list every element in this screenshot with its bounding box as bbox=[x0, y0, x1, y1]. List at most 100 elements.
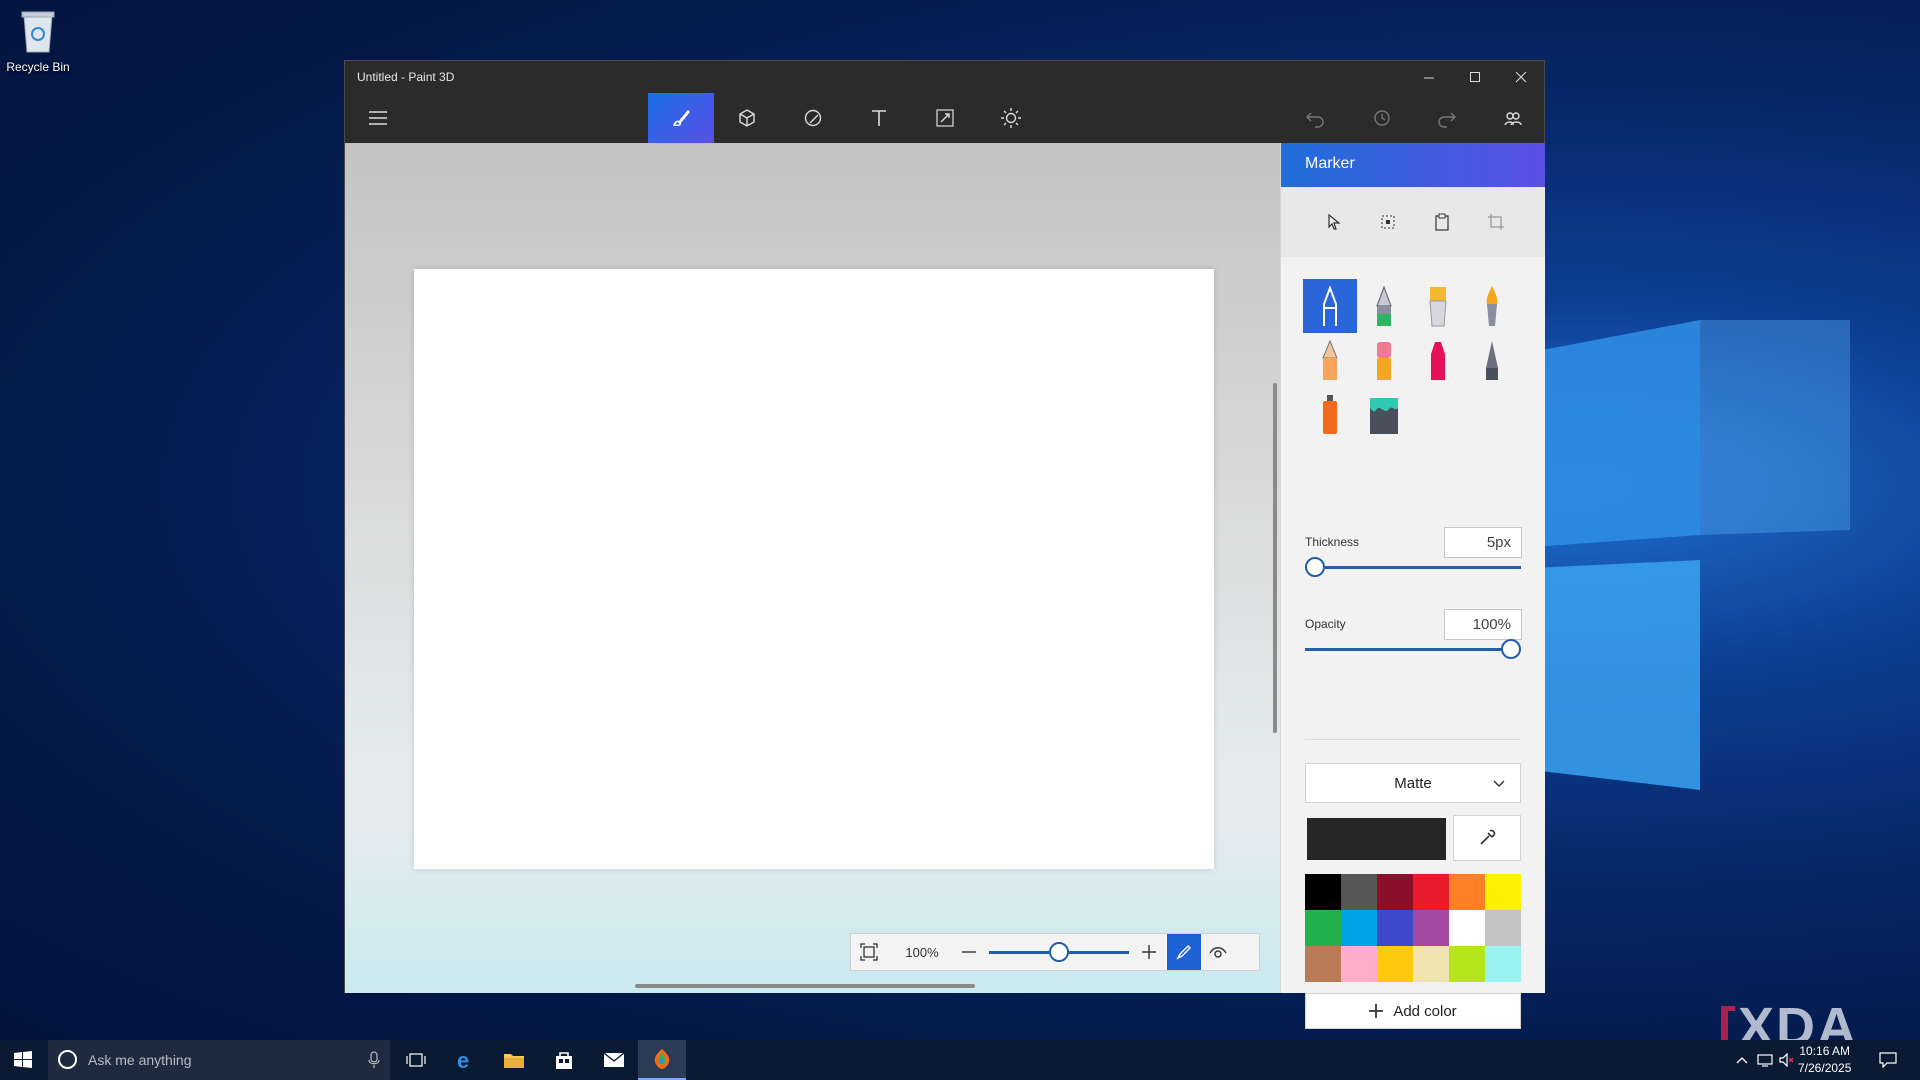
drawing-canvas[interactable] bbox=[414, 269, 1214, 869]
pixel-pen-brush[interactable] bbox=[1465, 333, 1519, 387]
recycle-bin[interactable]: Recycle Bin bbox=[6, 8, 70, 74]
finish-dropdown[interactable]: Matte bbox=[1305, 763, 1521, 803]
thickness-slider-thumb[interactable] bbox=[1305, 557, 1325, 577]
pencil-brush[interactable] bbox=[1303, 333, 1357, 387]
edge-button[interactable]: e bbox=[442, 1040, 490, 1080]
task-view-button[interactable] bbox=[392, 1040, 440, 1080]
text-tab[interactable] bbox=[846, 93, 912, 143]
search-placeholder: Ask me anything bbox=[88, 1052, 192, 1068]
add-color-button[interactable]: Add color bbox=[1305, 993, 1521, 1029]
brushes-panel: Marker Thickness 5px Opacity 100% Matte … bbox=[1280, 143, 1545, 1029]
network-button[interactable] bbox=[1754, 1040, 1776, 1080]
action-center-button[interactable] bbox=[1866, 1040, 1910, 1080]
windows-start-icon bbox=[14, 1051, 32, 1068]
2d-shapes-tab[interactable] bbox=[780, 93, 846, 143]
color-swatch[interactable] bbox=[1485, 946, 1521, 982]
close-button[interactable] bbox=[1498, 61, 1544, 93]
mail-button[interactable] bbox=[590, 1040, 638, 1080]
paint3d-window: Untitled - Paint 3D 100% Marker Thicknes… bbox=[344, 60, 1546, 1029]
start-button[interactable] bbox=[0, 1040, 46, 1080]
fit-to-screen-button[interactable] bbox=[851, 934, 887, 970]
system-clock[interactable]: 10:16 AM 7/26/2025 bbox=[1798, 1043, 1851, 1077]
color-swatch[interactable] bbox=[1413, 874, 1449, 910]
task-view-icon bbox=[406, 1053, 426, 1067]
oil-brush[interactable] bbox=[1411, 279, 1465, 333]
eraser-brush[interactable] bbox=[1357, 333, 1411, 387]
zoom-in-button[interactable] bbox=[1137, 934, 1161, 970]
title-bar[interactable]: Untitled - Paint 3D bbox=[345, 61, 1544, 93]
file-explorer-button[interactable] bbox=[490, 1040, 538, 1080]
zoom-bar: 100% bbox=[850, 933, 1260, 971]
thickness-slider[interactable] bbox=[1305, 555, 1521, 579]
fill-bucket-icon bbox=[1370, 398, 1398, 434]
spray-can-brush[interactable] bbox=[1303, 387, 1357, 441]
eyedropper-button[interactable] bbox=[1453, 815, 1521, 861]
maximize-icon bbox=[1469, 71, 1480, 82]
2d-shapes-icon bbox=[804, 109, 822, 127]
color-swatch[interactable] bbox=[1485, 910, 1521, 946]
color-swatch[interactable] bbox=[1485, 874, 1521, 910]
color-swatch[interactable] bbox=[1377, 910, 1413, 946]
maximize-button[interactable] bbox=[1452, 61, 1498, 93]
3d-shapes-tab[interactable] bbox=[714, 93, 780, 143]
view-mode-button[interactable] bbox=[1201, 934, 1235, 970]
vertical-scrollbar[interactable] bbox=[1273, 383, 1277, 733]
opacity-label: Opacity bbox=[1305, 617, 1346, 631]
selection-tools bbox=[1281, 187, 1545, 257]
fill-bucket-brush[interactable] bbox=[1357, 387, 1411, 441]
canvas-tab[interactable] bbox=[912, 93, 978, 143]
opacity-slider[interactable] bbox=[1305, 637, 1521, 661]
paint3d-app-icon bbox=[654, 1049, 670, 1069]
draw-mode-button[interactable] bbox=[1167, 934, 1201, 970]
paint3d-taskbar-button[interactable] bbox=[638, 1040, 686, 1080]
color-swatch[interactable] bbox=[1413, 910, 1449, 946]
history-button[interactable] bbox=[1348, 93, 1414, 143]
watercolor-brush[interactable] bbox=[1465, 279, 1519, 333]
menu-button[interactable] bbox=[345, 93, 411, 143]
zoom-slider[interactable] bbox=[989, 934, 1129, 970]
paste-button[interactable] bbox=[1427, 207, 1457, 237]
crop-select-button[interactable] bbox=[1373, 207, 1403, 237]
thickness-input[interactable]: 5px bbox=[1444, 527, 1522, 558]
color-swatch[interactable] bbox=[1449, 946, 1485, 982]
window-title: Untitled - Paint 3D bbox=[357, 70, 455, 84]
horizontal-scrollbar[interactable] bbox=[635, 984, 975, 988]
marker-brush[interactable] bbox=[1303, 279, 1357, 333]
redo-button[interactable] bbox=[1414, 93, 1480, 143]
eyedropper-icon bbox=[1480, 829, 1496, 845]
select-button[interactable] bbox=[1319, 207, 1349, 237]
brushes-tab[interactable] bbox=[648, 93, 714, 143]
pixel-pen-icon bbox=[1486, 341, 1498, 380]
current-color-swatch[interactable] bbox=[1307, 818, 1446, 860]
color-swatch[interactable] bbox=[1341, 874, 1377, 910]
eraser-icon bbox=[1377, 342, 1391, 380]
volume-button[interactable] bbox=[1776, 1040, 1798, 1080]
effects-tab[interactable] bbox=[978, 93, 1044, 143]
store-button[interactable] bbox=[540, 1040, 588, 1080]
color-swatch[interactable] bbox=[1305, 910, 1341, 946]
color-swatch[interactable] bbox=[1341, 910, 1377, 946]
calligraphy-pen-brush[interactable] bbox=[1357, 279, 1411, 333]
color-swatch[interactable] bbox=[1305, 874, 1341, 910]
color-swatch[interactable] bbox=[1449, 874, 1485, 910]
zoom-out-button[interactable] bbox=[957, 934, 981, 970]
fit-screen-icon bbox=[860, 943, 878, 961]
color-swatch[interactable] bbox=[1305, 946, 1341, 982]
color-swatch[interactable] bbox=[1377, 874, 1413, 910]
community-button[interactable] bbox=[1480, 93, 1546, 143]
zoom-slider-thumb[interactable] bbox=[1049, 942, 1069, 962]
undo-button[interactable] bbox=[1282, 93, 1348, 143]
canvas-workspace[interactable]: 100% bbox=[345, 143, 1280, 993]
finish-value: Matte bbox=[1394, 775, 1432, 792]
crop-button[interactable] bbox=[1481, 207, 1511, 237]
cortana-search-box[interactable]: Ask me anything bbox=[48, 1040, 390, 1080]
opacity-input[interactable]: 100% bbox=[1444, 609, 1522, 640]
color-swatch[interactable] bbox=[1377, 946, 1413, 982]
color-swatch[interactable] bbox=[1341, 946, 1377, 982]
show-hidden-icons-button[interactable] bbox=[1730, 1040, 1754, 1080]
crayon-brush[interactable] bbox=[1411, 333, 1465, 387]
color-swatch[interactable] bbox=[1413, 946, 1449, 982]
color-swatch[interactable] bbox=[1449, 910, 1485, 946]
minimize-button[interactable] bbox=[1406, 61, 1452, 93]
opacity-slider-thumb[interactable] bbox=[1501, 639, 1521, 659]
